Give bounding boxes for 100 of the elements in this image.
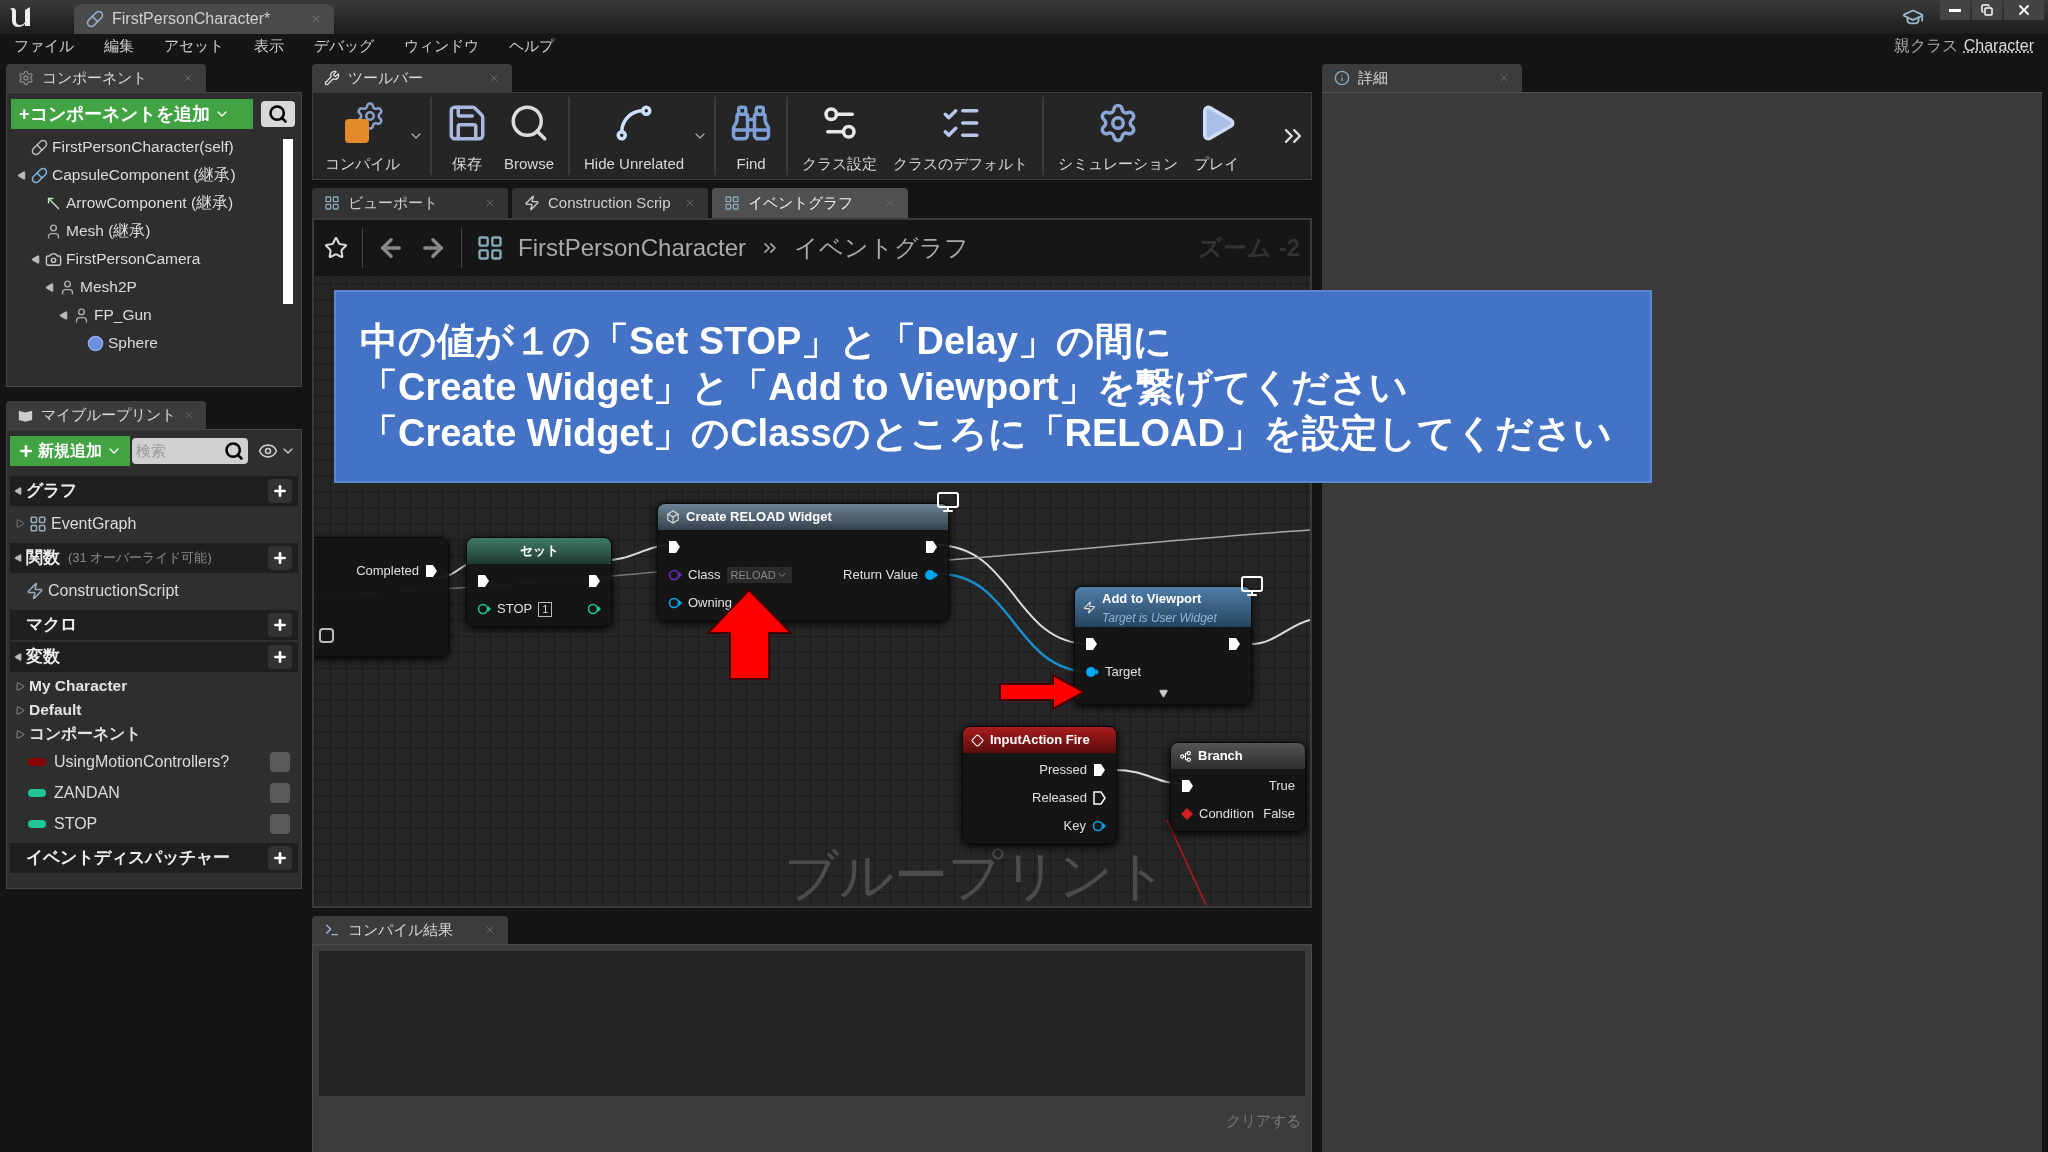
exec-pin[interactable] <box>477 574 490 588</box>
scrollbar[interactable] <box>283 139 293 304</box>
object-pin[interactable] <box>668 597 682 609</box>
toolbar-button[interactable]: Find <box>722 93 781 179</box>
value-field[interactable]: 1 <box>538 601 553 617</box>
variable-item[interactable]: STOP <box>54 811 270 836</box>
graph-node[interactable]: InputAction Fire Pressed Released Key <box>962 726 1117 844</box>
toolbar-button[interactable]: Browse <box>496 93 563 179</box>
exec-pin[interactable] <box>1181 779 1194 793</box>
search-button[interactable] <box>261 101 295 127</box>
exec-pin[interactable] <box>1085 636 1098 651</box>
exec-pin[interactable] <box>1228 636 1241 651</box>
graph-node[interactable]: Add to Viewport Target is User Widget Target <box>1074 586 1252 705</box>
category-label[interactable]: コンポーネント <box>29 722 141 746</box>
section-header[interactable]: 関数 (31 オーバーライド可能) <box>10 543 298 573</box>
toolbar-button[interactable]: クラス設定 <box>794 93 886 179</box>
expand-caret-icon[interactable] <box>1158 688 1168 698</box>
variable-item[interactable]: ZANDAN <box>54 780 270 805</box>
bool-pin[interactable] <box>477 603 491 615</box>
expanded-arrow-icon[interactable] <box>17 170 26 180</box>
list-item[interactable]: EventGraph <box>51 511 137 536</box>
graph-node[interactable]: Completed <box>314 537 449 657</box>
graph-node[interactable]: Create RELOAD Widget Class RELOAD Return Value Owning <box>657 503 949 621</box>
category-label[interactable]: Default <box>29 698 82 722</box>
collapsed-arrow-icon[interactable] <box>16 681 25 691</box>
close-button[interactable] <box>2004 0 2044 20</box>
add-button[interactable] <box>268 546 292 570</box>
exec-pin[interactable] <box>668 540 681 554</box>
menu-item[interactable]: 編集 <box>104 34 134 58</box>
toolbar-button[interactable]: コンパイル <box>317 93 408 179</box>
section-header[interactable]: マクロ <box>10 610 298 640</box>
condition-pin[interactable] <box>1181 808 1193 820</box>
list-item[interactable]: ConstructionScript <box>48 578 179 603</box>
document-tab[interactable]: FirstPersonCharacter* <box>74 4 334 34</box>
menu-item[interactable]: デバッグ <box>314 34 374 58</box>
exec-pin[interactable] <box>925 540 938 554</box>
object-pin[interactable] <box>1092 820 1106 832</box>
tree-item[interactable]: FP_Gun <box>94 303 152 327</box>
eye-icon[interactable] <box>258 441 278 461</box>
visibility-toggle[interactable] <box>270 813 290 834</box>
menu-item[interactable]: ファイル <box>14 34 74 58</box>
class-dropdown[interactable]: RELOAD <box>726 566 792 584</box>
exec-pin[interactable] <box>1093 763 1106 777</box>
parent-class-link[interactable]: Character <box>1963 34 2034 58</box>
panel-tab[interactable]: 詳細 <box>1322 64 1522 92</box>
tree-item[interactable]: FirstPersonCharacter(self) <box>52 135 234 159</box>
breadcrumb-item[interactable]: FirstPersonCharacter <box>518 230 747 266</box>
object-pin[interactable] <box>924 569 938 581</box>
toolbar-button[interactable]: 保存 <box>438 93 496 179</box>
add-button[interactable] <box>268 846 292 870</box>
menu-item[interactable]: アセット <box>164 34 224 58</box>
toolbar-button[interactable]: Hide Unrelated <box>576 93 693 179</box>
panel-tab[interactable]: コンポーネント <box>6 64 206 92</box>
graph-node[interactable]: Branch True Condition False <box>1170 742 1306 832</box>
expanded-arrow-icon[interactable] <box>31 254 40 264</box>
menu-item[interactable]: 表示 <box>254 34 284 58</box>
add-button[interactable] <box>268 613 292 637</box>
panel-tab[interactable]: マイブループリント <box>6 401 206 429</box>
tree-item[interactable]: Sphere <box>108 331 158 355</box>
tree-item[interactable]: Mesh2P <box>80 275 137 299</box>
panel-tab[interactable]: コンパイル結果 <box>312 916 508 944</box>
document-tab[interactable]: ビューポート <box>312 188 508 218</box>
tree-item[interactable]: CapsuleComponent (継承) <box>52 163 236 187</box>
pin-label: True <box>1268 777 1295 796</box>
restore-button[interactable] <box>1972 0 2002 20</box>
visibility-toggle[interactable] <box>270 782 290 803</box>
graph-node[interactable]: セット STOP 1 <box>466 537 612 627</box>
category-label[interactable]: My Character <box>29 674 128 698</box>
checkbox[interactable] <box>319 627 334 643</box>
bool-pin[interactable] <box>587 603 601 615</box>
exec-pin[interactable] <box>588 574 601 588</box>
minimize-button[interactable] <box>1940 0 1970 20</box>
add-button[interactable] <box>268 479 292 503</box>
tree-item[interactable]: Mesh (継承) <box>66 219 151 243</box>
toolbar-button[interactable]: シミュレーション <box>1050 93 1187 179</box>
menu-item[interactable]: ウィンドウ <box>404 34 479 58</box>
exec-pin[interactable] <box>1093 791 1106 805</box>
exec-pin[interactable] <box>425 564 438 578</box>
favorite-icon[interactable] <box>324 236 348 260</box>
expanded-arrow-icon[interactable] <box>59 310 68 320</box>
tree-item[interactable]: FirstPersonCamera <box>66 247 201 271</box>
section-header[interactable]: グラフ <box>10 476 298 506</box>
menu-item[interactable]: ヘルプ <box>509 34 554 58</box>
collapsed-arrow-icon[interactable] <box>16 705 25 715</box>
document-tab[interactable]: イベントグラフ <box>712 188 908 218</box>
section-header[interactable]: 変数 <box>10 642 298 672</box>
visibility-toggle[interactable] <box>270 751 290 772</box>
collapsed-arrow-icon[interactable] <box>16 729 25 739</box>
toolbar-button[interactable]: クラスのデフォルト <box>885 93 1037 179</box>
breadcrumb-item[interactable]: イベントグラフ <box>794 230 970 266</box>
object-pin[interactable] <box>1085 665 1099 678</box>
document-tab[interactable]: Construction Scrip <box>512 188 708 218</box>
toolbar-button[interactable]: プレイ <box>1186 93 1248 179</box>
add-button[interactable] <box>268 645 292 669</box>
section-header[interactable]: イベントディスパッチャー <box>10 843 298 873</box>
panel-tab[interactable]: ツールバー <box>312 64 512 92</box>
variable-item[interactable]: UsingMotionControllers? <box>54 749 270 774</box>
node-title: Create RELOAD Widget <box>686 508 832 527</box>
expanded-arrow-icon[interactable] <box>45 282 54 292</box>
tree-item[interactable]: ArrowComponent (継承) <box>66 191 234 215</box>
